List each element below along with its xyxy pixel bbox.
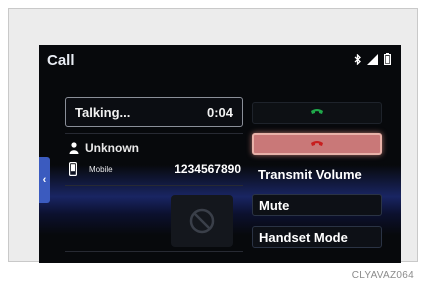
phone-number: 1234567890 bbox=[174, 162, 241, 176]
divider bbox=[65, 185, 243, 186]
figure-code: CLYAVAZ064 bbox=[351, 270, 414, 281]
status-bar bbox=[354, 53, 391, 65]
transmit-volume-button[interactable]: Transmit Volume bbox=[252, 163, 382, 185]
mobile-phone-icon bbox=[69, 162, 77, 176]
disabled-icon bbox=[189, 208, 215, 234]
chevron-left-icon: ‹ bbox=[42, 174, 47, 186]
divider bbox=[65, 251, 243, 252]
call-status: Talking... bbox=[75, 105, 131, 120]
call-duration: 0:04 bbox=[206, 105, 233, 120]
figure-frame: Call ‹ Talking... 0:04 Unknown Mobile 12… bbox=[8, 8, 418, 263]
mute-button[interactable]: Mute bbox=[252, 194, 382, 216]
phone-type: Mobile bbox=[89, 165, 113, 174]
contact-name: Unknown bbox=[85, 141, 139, 155]
mute-label: Mute bbox=[259, 197, 290, 213]
handset-mode-label: Handset Mode bbox=[259, 229, 348, 245]
hang-up-button[interactable] bbox=[252, 133, 382, 155]
battery-icon bbox=[384, 53, 391, 65]
screen-title: Call bbox=[47, 52, 75, 69]
phone-hangup-icon bbox=[311, 141, 323, 146]
answer-button[interactable] bbox=[252, 102, 382, 124]
bluetooth-icon bbox=[354, 53, 361, 65]
phone-row: Mobile 1234567890 bbox=[69, 162, 243, 178]
contact-row: Unknown bbox=[69, 141, 139, 155]
call-status-box: Talking... 0:04 bbox=[65, 97, 243, 127]
transmit-volume-label: Transmit Volume bbox=[258, 166, 362, 182]
side-panel-tab[interactable]: ‹ bbox=[39, 157, 50, 203]
person-icon bbox=[69, 142, 79, 154]
call-screen: Call ‹ Talking... 0:04 Unknown Mobile 12… bbox=[39, 45, 401, 263]
signal-icon bbox=[367, 53, 378, 65]
handset-mode-button[interactable]: Handset Mode bbox=[252, 226, 382, 248]
divider bbox=[65, 133, 243, 134]
phone-answer-icon bbox=[311, 109, 323, 114]
keypad-button[interactable] bbox=[171, 195, 233, 247]
